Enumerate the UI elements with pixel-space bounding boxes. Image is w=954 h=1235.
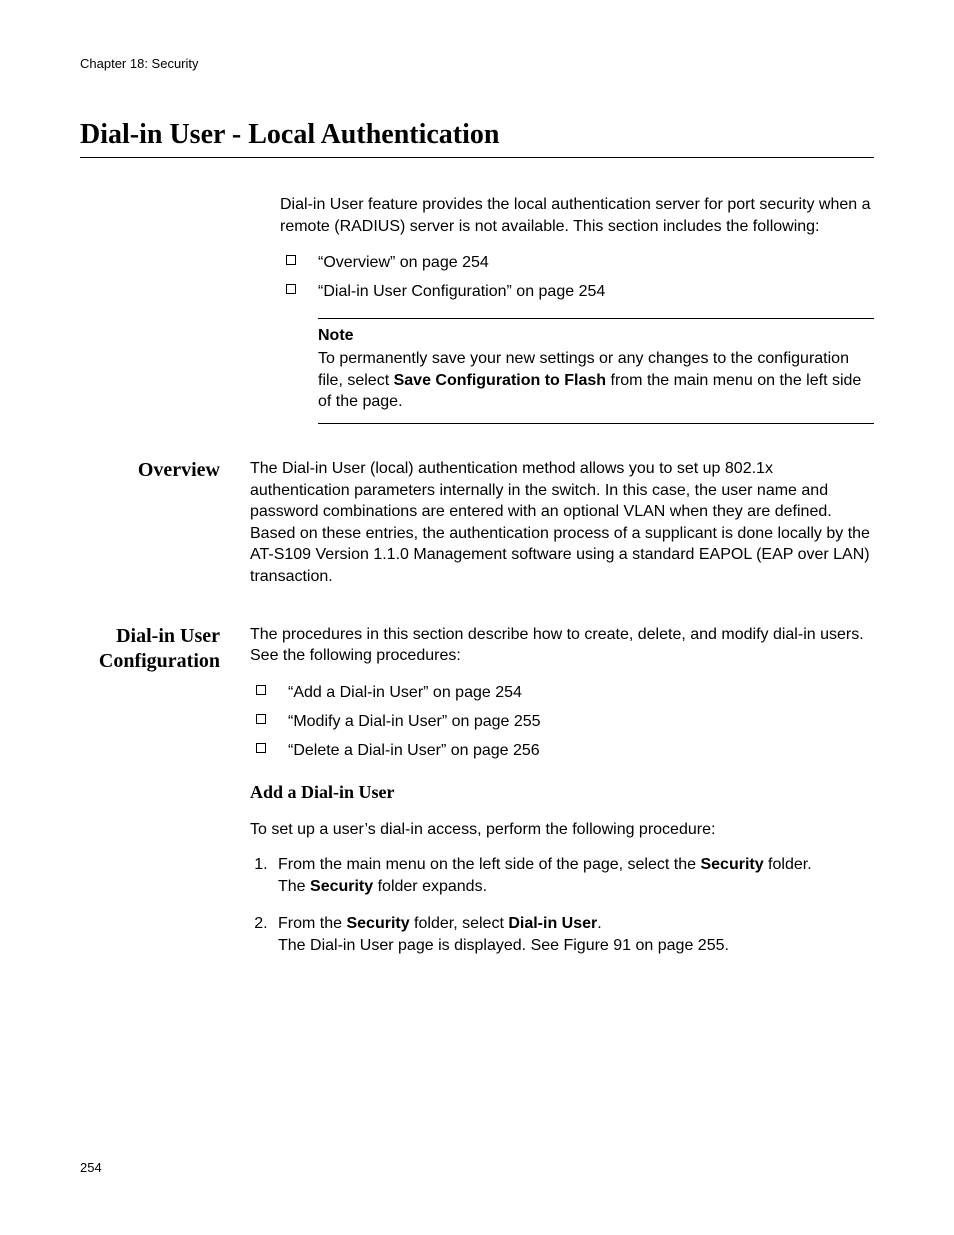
title-rule bbox=[80, 157, 874, 158]
section-label-config: Dial-in User Configuration bbox=[80, 624, 250, 674]
list-item: “Dial-in User Configuration” on page 254 bbox=[280, 280, 874, 303]
config-list: “Add a Dial-in User” on page 254 “Modify… bbox=[250, 681, 874, 763]
step-item: From the main menu on the left side of t… bbox=[272, 854, 874, 897]
config-intro: The procedures in this section describe … bbox=[250, 624, 874, 667]
note-label: Note bbox=[318, 325, 874, 347]
note-text: To permanently save your new settings or… bbox=[318, 348, 874, 413]
page-title: Dial-in User - Local Authentication bbox=[80, 119, 874, 151]
list-item: “Delete a Dial-in User” on page 256 bbox=[250, 739, 874, 762]
intro-paragraph: Dial-in User feature provides the local … bbox=[280, 194, 874, 237]
sub-heading-add: Add a Dial-in User bbox=[250, 780, 874, 804]
step-item: From the Security folder, select Dial-in… bbox=[272, 913, 874, 956]
add-lead: To set up a user’s dial-in access, perfo… bbox=[250, 819, 874, 841]
steps-list: From the main menu on the left side of t… bbox=[250, 854, 874, 956]
note-box: Note To permanently save your new settin… bbox=[318, 318, 874, 424]
list-item: “Modify a Dial-in User” on page 255 bbox=[250, 710, 874, 733]
list-item: “Add a Dial-in User” on page 254 bbox=[250, 681, 874, 704]
intro-toc-list: “Overview” on page 254 “Dial-in User Con… bbox=[280, 251, 874, 303]
overview-text: The Dial-in User (local) authentication … bbox=[250, 458, 874, 588]
list-item: “Overview” on page 254 bbox=[280, 251, 874, 274]
section-label-overview: Overview bbox=[80, 458, 250, 483]
running-head: Chapter 18: Security bbox=[80, 56, 874, 71]
page-number: 254 bbox=[80, 1160, 102, 1175]
